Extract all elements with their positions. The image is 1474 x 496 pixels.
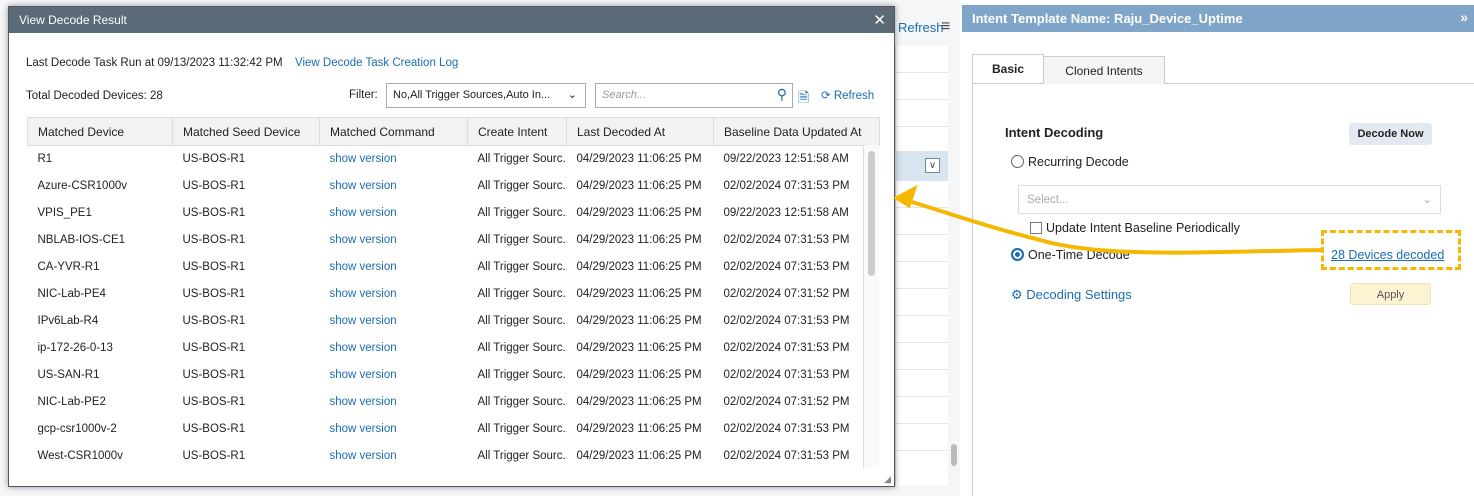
annotation-arrow xyxy=(892,184,1323,255)
